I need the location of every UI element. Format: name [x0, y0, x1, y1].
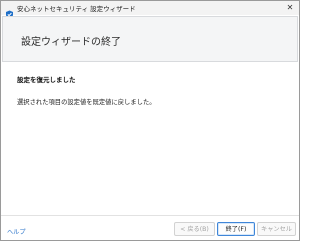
page-title: 設定ウィザードの終了 [21, 37, 121, 48]
window-title: 安心ネットセキュリティ 設定ウィザード [17, 5, 136, 13]
help-link[interactable]: ヘルプ [7, 227, 26, 236]
back-button[interactable]: < 戻る(B) [174, 222, 215, 236]
close-icon[interactable]: ✕ [283, 2, 297, 14]
section-heading: 設定を復元しました [17, 76, 76, 84]
security-shield-icon [5, 4, 14, 19]
cancel-button[interactable]: キャンセル [257, 222, 296, 236]
footer-divider [1, 215, 299, 216]
finish-button[interactable]: 終了(F) [217, 222, 255, 236]
result-message: 選択された項目の設定値を既定値に戻しました。 [17, 99, 156, 106]
header-panel: 設定ウィザードの終了 [2, 16, 298, 62]
title-bar[interactable]: 安心ネットセキュリティ 設定ウィザード ✕ [1, 1, 299, 19]
wizard-window: 安心ネットセキュリティ 設定ウィザード ✕ 設定ウィザードの終了 設定を復元しま… [0, 0, 300, 241]
